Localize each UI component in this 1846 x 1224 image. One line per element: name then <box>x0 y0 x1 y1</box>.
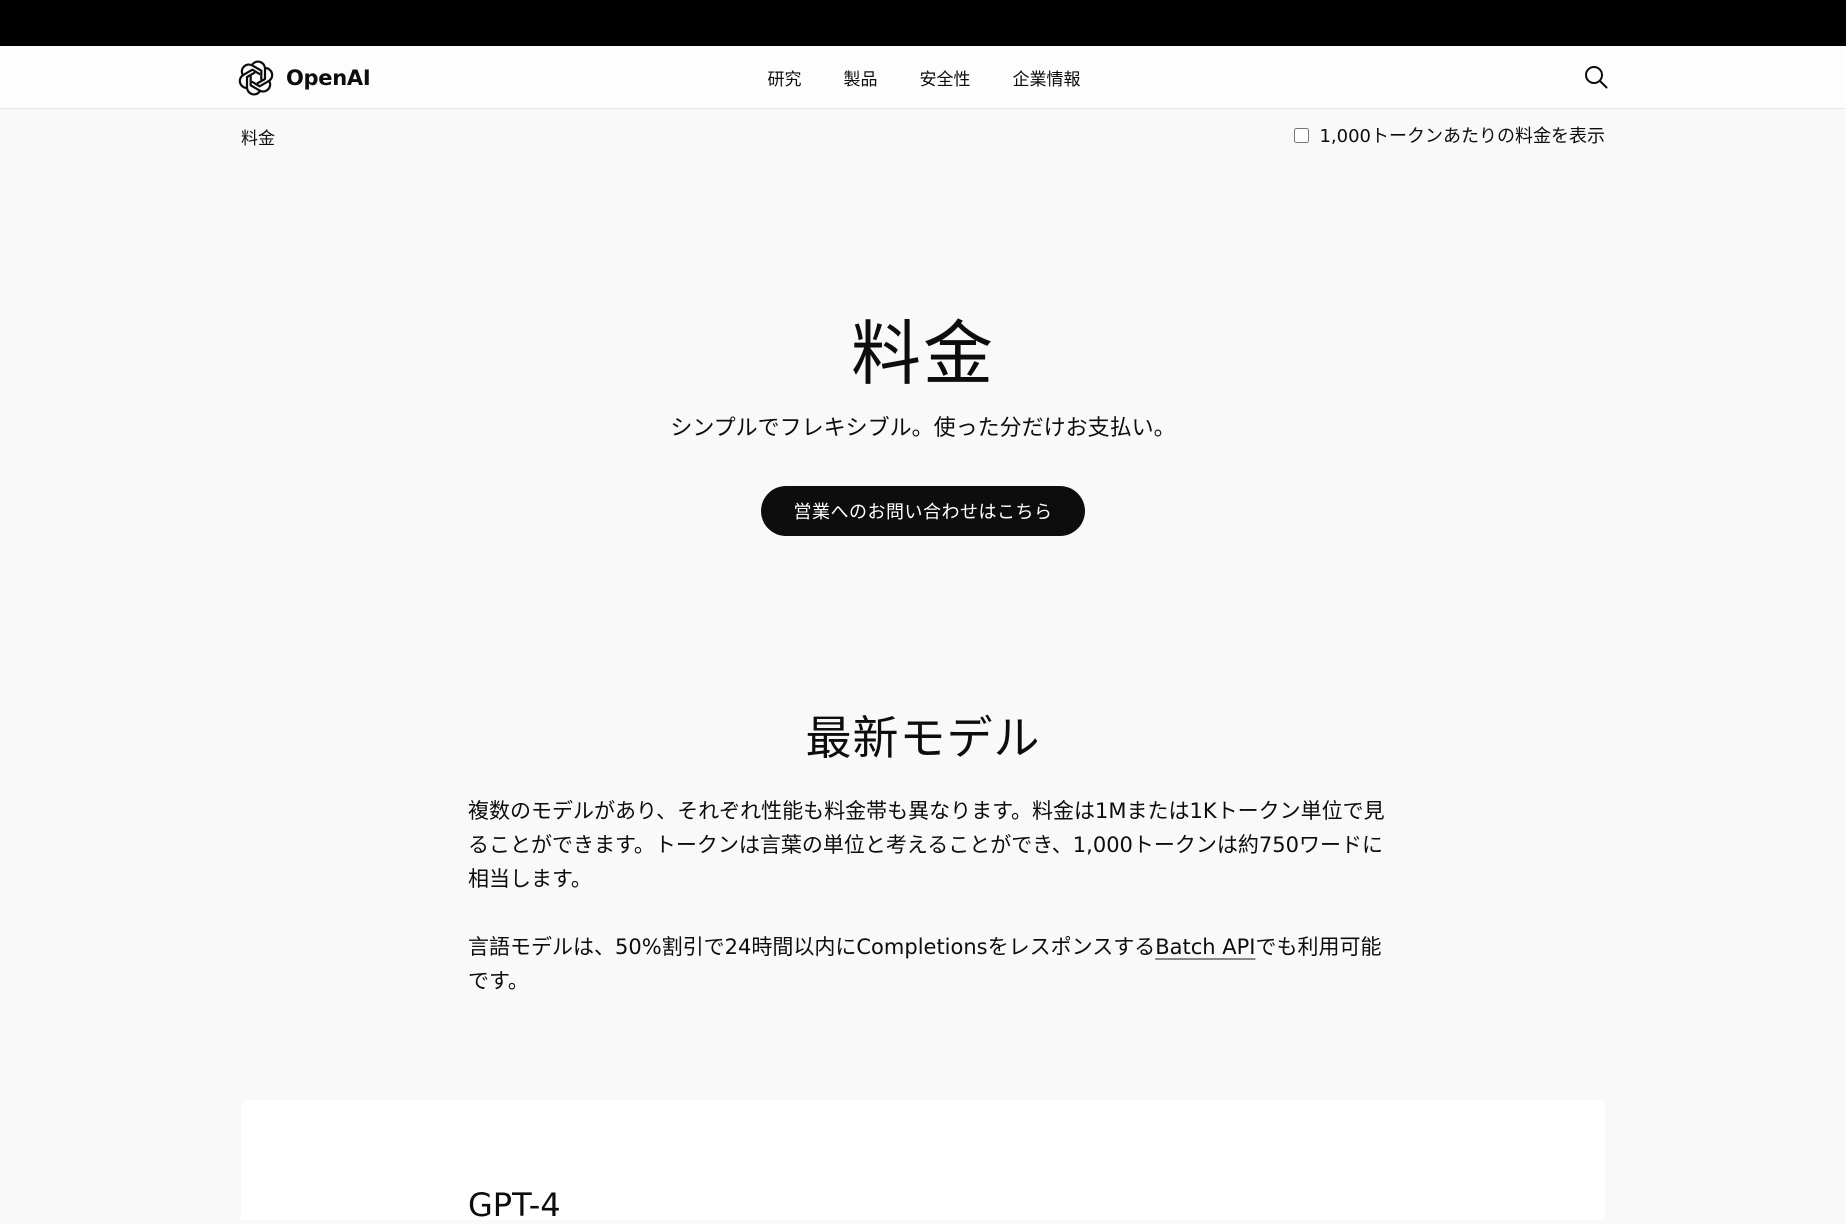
page-subtitle: シンプルでフレキシブル。使った分だけお支払い。 <box>670 416 1176 441</box>
openai-logo-icon <box>238 60 274 96</box>
model-card-title: GPT-4 <box>468 1186 561 1224</box>
page-title: 料金 <box>851 313 995 395</box>
contact-sales-button[interactable]: 営業へのお問い合わせはこちら <box>761 486 1085 536</box>
section-paragraph-batch: 言語モデルは、50%割引で24時間以内にCompletionsをレスポンスするB… <box>468 930 1388 998</box>
section-paragraph-pricing: 複数のモデルがあり、それぞれ性能も料金帯も異なります。料金は1Mまたは1Kトーク… <box>468 799 1385 891</box>
batch-api-link[interactable]: Batch API <box>1155 935 1255 959</box>
brand-name: OpenAI <box>286 66 371 90</box>
per-1k-token-checkbox[interactable] <box>1294 127 1310 143</box>
brand-logo-link[interactable]: OpenAI <box>238 60 371 96</box>
section-title-latest-models: 最新モデル <box>805 711 1041 765</box>
site-header: OpenAI 研究 製品 安全性 企業情報 <box>0 46 1846 109</box>
search-button[interactable] <box>1582 64 1610 92</box>
per-1k-token-toggle[interactable]: 1,000トークンあたりの料金を表示 <box>1294 122 1605 148</box>
per-1k-token-label: 1,000トークンあたりの料金を表示 <box>1319 126 1605 147</box>
search-icon <box>1585 66 1608 89</box>
batch-text-before: 言語モデルは、50%割引で24時間以内にCompletionsをレスポンスする <box>468 935 1156 959</box>
nav-item-products[interactable]: 製品 <box>844 65 878 90</box>
breadcrumb: 料金 <box>241 129 275 149</box>
nav-item-research[interactable]: 研究 <box>768 65 802 90</box>
nav-item-company[interactable]: 企業情報 <box>1013 65 1081 90</box>
top-black-bar <box>0 0 1846 46</box>
model-card: GPT-4 <box>241 1100 1605 1224</box>
nav-item-safety[interactable]: 安全性 <box>920 65 971 90</box>
